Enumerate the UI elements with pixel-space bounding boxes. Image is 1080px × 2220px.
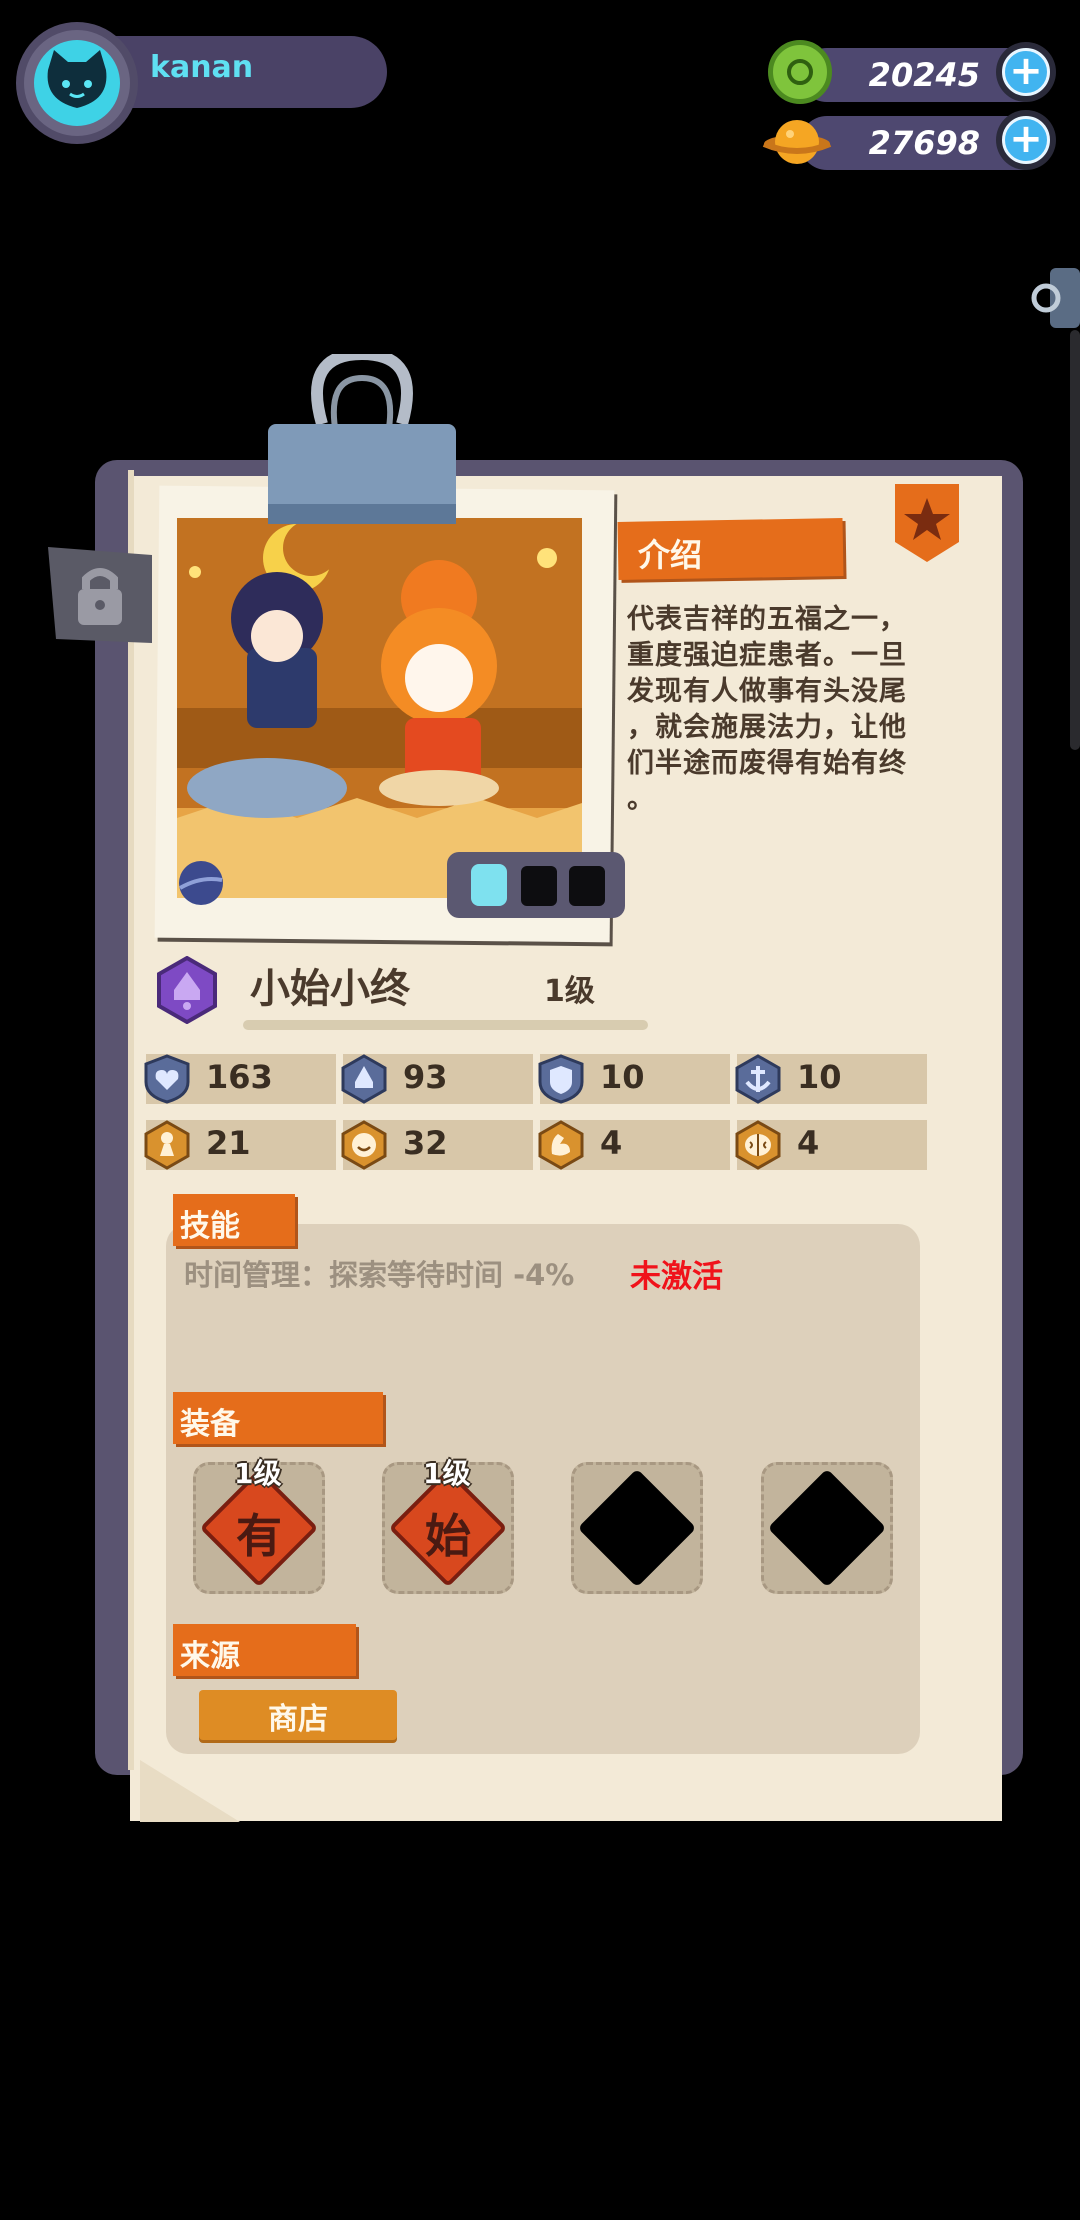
name-underline	[243, 1020, 648, 1030]
lightning-energy-icon	[471, 864, 507, 906]
cat-avatar-icon[interactable]	[34, 40, 120, 126]
equipment-glyph: 始	[425, 1509, 471, 1563]
intro-line: 。	[627, 784, 655, 815]
equipment-level: 1级	[423, 1457, 471, 1490]
plus-icon: +	[1002, 116, 1050, 164]
currency-gem: 20245 +	[800, 42, 1056, 102]
scrollbar[interactable]	[1070, 330, 1080, 750]
purple-bell-class-icon	[157, 956, 217, 1024]
stat-strength-value: 4	[600, 1124, 623, 1162]
intro-description: 代表吉祥的五福之一， 重度强迫症患者。一旦 发现有人做事有头没尾 ，就会施展法力…	[627, 602, 952, 818]
paper-edge	[128, 470, 134, 1770]
source-title: 来源	[180, 1639, 240, 1674]
skill-description: 时间管理：探索等待时间 -4%	[184, 1258, 575, 1292]
stat-intellect-value: 4	[797, 1124, 820, 1162]
empty-energy-slot-icon	[569, 866, 605, 906]
intro-line: ，就会施展法力，让他	[627, 712, 907, 743]
orange-planet-coin-icon	[762, 120, 832, 164]
strength-arm-icon	[538, 1120, 584, 1170]
lock-icon[interactable]	[48, 545, 152, 645]
brain-icon	[735, 1120, 781, 1170]
stat-attack-value: 93	[403, 1058, 448, 1096]
heart-shield-icon	[144, 1054, 190, 1104]
equipment-level: 1级	[234, 1457, 282, 1490]
equipment-glyph: 有	[236, 1509, 282, 1563]
intro-line: 代表吉祥的五福之一，	[627, 604, 907, 635]
character-name: 小始小终	[250, 966, 410, 1012]
equipment-title: 装备	[180, 1407, 240, 1442]
page-fold	[140, 1760, 240, 1822]
planet-element-icon	[179, 861, 223, 905]
skill-status: 未激活	[630, 1259, 723, 1295]
stat-pawn-value: 21	[206, 1124, 251, 1162]
anchor-shield-icon	[735, 1054, 781, 1104]
intro-title: 介绍	[638, 536, 703, 574]
skill-title: 技能	[180, 1209, 240, 1244]
gem-amount: 20245	[868, 56, 980, 94]
star-badge-icon[interactable]	[893, 484, 961, 564]
shop-button-label[interactable]: 商店	[199, 1694, 397, 1738]
add-planet-button[interactable]: +	[996, 110, 1056, 170]
stat-charm-value: 32	[403, 1124, 448, 1162]
smile-icon	[341, 1120, 387, 1170]
currency-planet: 27698 +	[800, 110, 1056, 170]
intro-line: 重度强迫症患者。一旦	[627, 640, 907, 671]
shield-icon	[538, 1054, 584, 1104]
plus-icon: +	[1002, 48, 1050, 96]
pawn-icon	[144, 1120, 190, 1170]
planet-amount: 27698	[868, 124, 980, 162]
character-portrait	[177, 518, 582, 898]
empty-energy-slot-icon	[521, 866, 557, 906]
binder-clip-icon	[268, 354, 456, 524]
green-donut-coin-icon	[768, 40, 832, 104]
bell-shield-icon	[341, 1054, 387, 1104]
stat-hp-value: 163	[206, 1058, 273, 1096]
stat-resist-value: 10	[797, 1058, 842, 1096]
intro-line: 们半途而废得有始有终	[627, 748, 907, 779]
character-level: 1级	[544, 974, 595, 1009]
add-gem-button[interactable]: +	[996, 42, 1056, 102]
paper-clip-icon[interactable]	[1030, 268, 1080, 328]
username[interactable]: kanan	[150, 50, 253, 85]
stat-defense-value: 10	[600, 1058, 645, 1096]
intro-line: 发现有人做事有头没尾	[627, 676, 907, 707]
